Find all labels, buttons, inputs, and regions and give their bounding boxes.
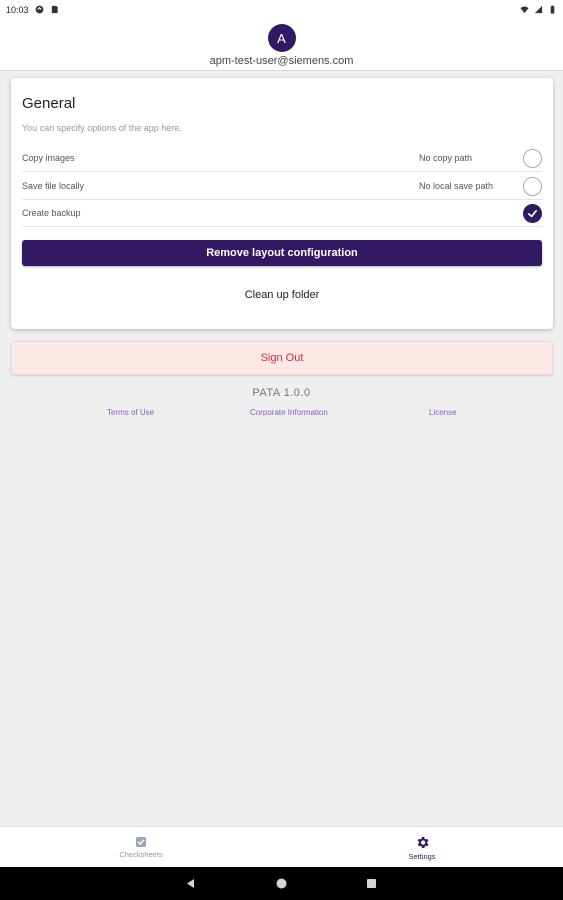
home-icon[interactable] (276, 878, 287, 889)
terms-of-use-link[interactable]: Terms of Use (107, 408, 154, 417)
card-title: General (22, 95, 76, 112)
sim-card-icon (51, 5, 58, 14)
copy-images-radio[interactable] (523, 148, 542, 168)
nav-label-checksheets: Checksheets (119, 850, 163, 859)
general-settings-card: General You can specify options of the a… (11, 78, 553, 329)
app-version: PATA 1.0.0 (252, 387, 311, 399)
nav-item-checksheets[interactable]: Checksheets (81, 827, 201, 868)
avatar[interactable]: A (267, 24, 296, 52)
option-label: Save file locally (22, 181, 85, 191)
nav-item-settings[interactable]: Settings (362, 827, 482, 868)
option-label: Create backup (22, 208, 81, 218)
signal-icon (534, 5, 543, 14)
option-value: No copy path (419, 153, 473, 163)
checksheet-icon (136, 837, 146, 847)
option-label: Copy images (22, 153, 75, 163)
option-row-create-backup[interactable]: Create backup (22, 200, 542, 227)
card-description: You can specify options of the app here. (22, 123, 182, 133)
sync-status-icon (35, 5, 43, 14)
system-navigation-bar (0, 867, 563, 900)
sign-out-button[interactable]: Sign Out (11, 341, 553, 375)
create-backup-radio[interactable] (523, 203, 542, 223)
status-time: 10:03 (6, 4, 29, 15)
checkmark-icon (528, 209, 537, 217)
user-email: apm-test-user@siemens.com (209, 55, 354, 67)
option-value: No local save path (419, 181, 494, 191)
save-file-locally-radio[interactable] (523, 176, 542, 196)
corporate-information-link[interactable]: Corporate Information (250, 408, 328, 417)
back-icon[interactable] (185, 878, 196, 889)
battery-icon (550, 5, 555, 14)
recents-icon[interactable] (366, 878, 377, 889)
account-header: A apm-test-user@siemens.com (0, 19, 563, 71)
bottom-navigation: Checksheets Settings (0, 826, 563, 867)
status-bar: 10:03 (0, 0, 563, 19)
option-row-copy-images[interactable]: Copy images No copy path (22, 145, 542, 172)
gear-icon (417, 836, 429, 848)
license-link[interactable]: License (429, 408, 457, 417)
nav-label-settings: Settings (408, 851, 436, 861)
wifi-icon (520, 6, 529, 14)
remove-layout-configuration-button[interactable]: Remove layout configuration (22, 240, 542, 266)
clean-up-folder-button[interactable]: Clean up folder (22, 282, 542, 308)
option-row-save-file-locally[interactable]: Save file locally No local save path (22, 173, 542, 200)
